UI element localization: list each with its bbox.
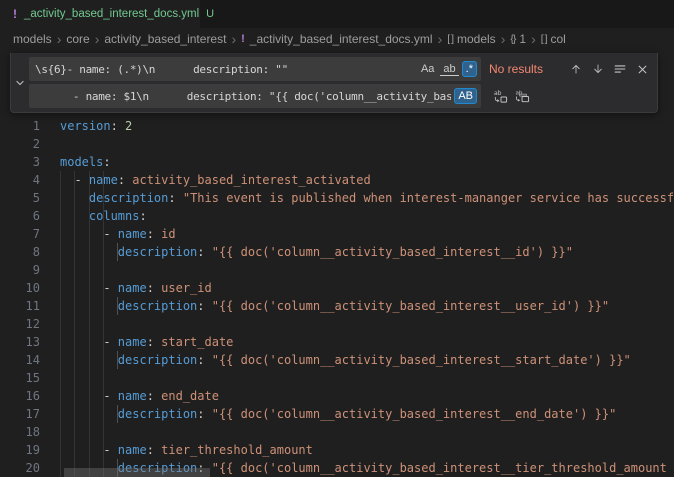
chevron-right-icon: › <box>95 32 100 46</box>
symbol-array-icon: [ ] <box>447 33 453 45</box>
selection-lines-icon <box>613 62 627 76</box>
yaml-warning-icon: ! <box>13 7 17 21</box>
breadcrumb-item[interactable]: [ ] models <box>447 32 495 46</box>
code-line[interactable]: 8 description: "{{ doc('column__activity… <box>0 243 674 261</box>
line-number: 7 <box>0 225 40 243</box>
chevron-down-icon <box>14 77 26 89</box>
line-number: 19 <box>0 441 40 459</box>
arrow-down-icon <box>591 62 605 76</box>
code-line[interactable]: 10 - name: user_id <box>0 279 674 297</box>
breadcrumb-label: models <box>13 32 52 46</box>
line-number: 14 <box>0 351 40 369</box>
code-line[interactable]: 3models: <box>0 153 674 171</box>
line-number: 3 <box>0 153 40 171</box>
line-number: 12 <box>0 315 40 333</box>
line-number: 2 <box>0 135 40 153</box>
line-number: 18 <box>0 423 40 441</box>
breadcrumb-label: col <box>551 32 566 46</box>
breadcrumb: models › core › activity_based_interest ›! _ac… <box>0 28 674 50</box>
code-area[interactable]: 1version: 223models:4 - name: activity_b… <box>0 117 674 477</box>
toggle-replace-chevron[interactable] <box>11 53 29 112</box>
match-case-toggle[interactable]: Aa <box>418 62 437 76</box>
replace-all-icon: ab <box>515 89 530 104</box>
replace-value-text[interactable]: - name: $1\n description: "{{ doc('colum… <box>35 90 451 103</box>
find-results-status: No results <box>489 62 565 76</box>
vscode-window: ! _activity_based_interest_docs.yml U mo… <box>0 0 674 477</box>
close-icon <box>636 63 649 76</box>
code-line[interactable]: 12 <box>0 315 674 333</box>
code-line[interactable]: 7 - name: id <box>0 225 674 243</box>
line-number: 10 <box>0 279 40 297</box>
horizontal-scrollbar[interactable] <box>64 468 210 477</box>
replace-icon: ab <box>493 89 508 104</box>
code-line[interactable]: 6 columns: <box>0 207 674 225</box>
breadcrumb-item[interactable]: ! _activity_based_interest_docs.yml <box>241 32 432 46</box>
line-number: 8 <box>0 243 40 261</box>
symbol-array-icon: [ ] <box>541 33 547 45</box>
line-number: 20 <box>0 459 40 477</box>
close-find-widget-button[interactable] <box>631 59 653 79</box>
code-line[interactable]: 17 description: "{{ doc('column__activit… <box>0 405 674 423</box>
line-number: 1 <box>0 117 40 135</box>
code-line[interactable]: 9 <box>0 261 674 279</box>
arrow-up-icon <box>569 62 583 76</box>
breadcrumb-label: activity_based_interest <box>104 32 226 46</box>
line-number: 5 <box>0 189 40 207</box>
git-untracked-badge: U <box>206 8 214 20</box>
replace-input[interactable]: - name: $1\n description: "{{ doc('colum… <box>29 84 481 108</box>
tab-active-file[interactable]: ! _activity_based_interest_docs.yml U <box>0 0 200 28</box>
breadcrumb-label: core <box>66 32 89 46</box>
line-number: 13 <box>0 333 40 351</box>
breadcrumb-label: _activity_based_interest_docs.yml <box>250 32 433 46</box>
code-line[interactable]: 1version: 2 <box>0 117 674 135</box>
breadcrumb-item[interactable]: [ ] col <box>541 32 566 46</box>
line-number: 15 <box>0 369 40 387</box>
next-match-button[interactable] <box>587 59 609 79</box>
regex-toggle[interactable]: .* <box>462 61 477 77</box>
line-number: 9 <box>0 261 40 279</box>
breadcrumb-item[interactable]: {} 1 <box>510 32 526 46</box>
code-line[interactable]: 18 <box>0 423 674 441</box>
find-input[interactable]: \s{6}- name: (.*)\n description: "" Aa a… <box>29 57 481 81</box>
replace-all-button[interactable]: ab <box>511 86 533 106</box>
code-line[interactable]: 5 description: "This event is published … <box>0 189 674 207</box>
whole-word-toggle[interactable]: ab <box>440 62 458 76</box>
code-line[interactable]: 11 description: "{{ doc('column__activit… <box>0 297 674 315</box>
tab-filename: _activity_based_interest_docs.yml <box>24 8 199 20</box>
breadcrumb-item[interactable]: models <box>13 32 52 46</box>
yaml-warning-icon: ! <box>241 33 245 45</box>
line-number: 6 <box>0 207 40 225</box>
line-number: 4 <box>0 171 40 189</box>
chevron-right-icon: › <box>438 32 443 46</box>
line-number: 11 <box>0 297 40 315</box>
line-number: 16 <box>0 387 40 405</box>
chevron-right-icon: › <box>231 32 236 46</box>
chevron-right-icon: › <box>501 32 506 46</box>
breadcrumb-label: models <box>457 32 496 46</box>
symbol-object-icon: {} <box>510 33 515 45</box>
svg-text:ab: ab <box>493 90 501 97</box>
chevron-right-icon: › <box>57 32 62 46</box>
code-line[interactable]: 2 <box>0 135 674 153</box>
breadcrumb-label: 1 <box>519 32 526 46</box>
find-replace-widget: \s{6}- name: (.*)\n description: "" Aa a… <box>10 53 658 113</box>
code-line[interactable]: 13 - name: start_date <box>0 333 674 351</box>
code-line[interactable]: 15 <box>0 369 674 387</box>
tab-bar: ! _activity_based_interest_docs.yml U <box>0 0 674 28</box>
breadcrumb-item[interactable]: activity_based_interest <box>104 32 226 46</box>
replace-button[interactable]: ab <box>489 86 511 106</box>
find-query-text[interactable]: \s{6}- name: (.*)\n description: "" <box>35 63 415 76</box>
chevron-right-icon: › <box>531 32 536 46</box>
editor-pane[interactable]: 1version: 223models:4 - name: activity_b… <box>0 50 674 477</box>
code-line[interactable]: 14 description: "{{ doc('column__activit… <box>0 351 674 369</box>
line-number: 17 <box>0 405 40 423</box>
code-line[interactable]: 16 - name: end_date <box>0 387 674 405</box>
code-line[interactable]: 19 - name: tier_threshold_amount <box>0 441 674 459</box>
find-in-selection-button[interactable] <box>609 59 631 79</box>
breadcrumb-item[interactable]: core <box>66 32 89 46</box>
code-line[interactable]: 4 - name: activity_based_interest_activa… <box>0 171 674 189</box>
previous-match-button[interactable] <box>565 59 587 79</box>
preserve-case-toggle[interactable]: AB <box>454 88 477 104</box>
